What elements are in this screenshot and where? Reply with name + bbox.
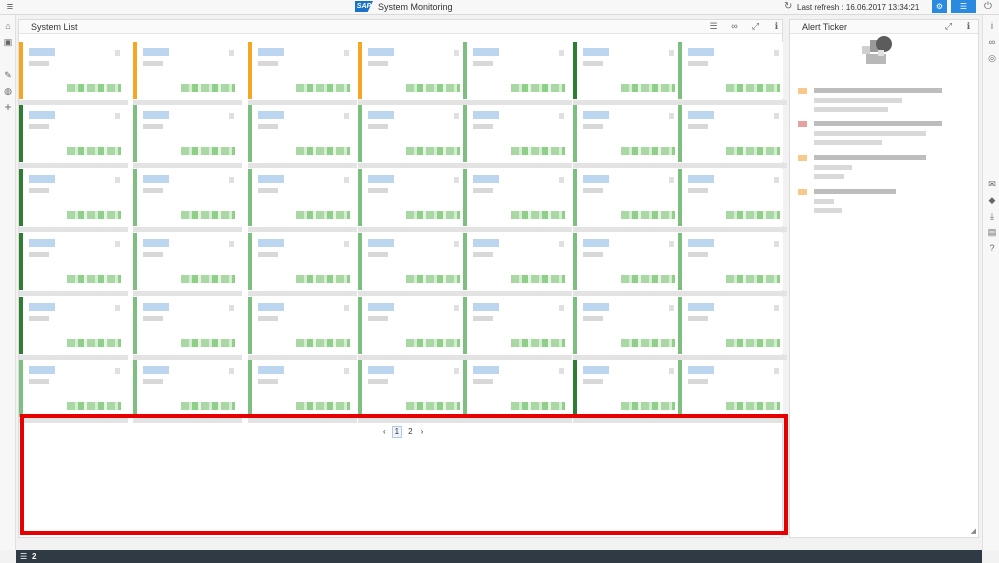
bottom-bar: ☰ 2 bbox=[16, 550, 982, 563]
link-icon[interactable]: ∞ bbox=[986, 36, 998, 48]
system-tile[interactable] bbox=[463, 360, 572, 423]
system-tile[interactable] bbox=[133, 297, 242, 360]
clipboard-icon[interactable]: ▤ bbox=[986, 226, 998, 238]
right-rail: i ∞ ◎ ✉ ◆ ⤓ ▤ ? bbox=[982, 15, 999, 550]
system-tile[interactable] bbox=[358, 169, 467, 232]
fullscreen-icon[interactable]: ⤢ bbox=[943, 21, 954, 32]
home-icon[interactable]: ⌂ bbox=[2, 20, 14, 32]
system-tile[interactable] bbox=[463, 297, 572, 360]
system-tile[interactable] bbox=[463, 42, 572, 105]
alert-ticker-header: Alert Ticker ⤢ ℹ bbox=[790, 20, 978, 34]
system-tile[interactable] bbox=[248, 360, 357, 423]
system-tile[interactable] bbox=[678, 233, 787, 296]
system-tile[interactable] bbox=[248, 42, 357, 105]
system-tile[interactable] bbox=[573, 297, 682, 360]
avatar bbox=[862, 36, 892, 64]
system-tile[interactable] bbox=[358, 297, 467, 360]
resize-grip-icon[interactable]: ◢ bbox=[971, 527, 976, 535]
alert-severity-warning bbox=[798, 155, 807, 161]
system-tile[interactable] bbox=[678, 169, 787, 232]
download-icon[interactable]: ⤓ bbox=[986, 210, 998, 222]
system-tile[interactable] bbox=[248, 169, 357, 232]
power-icon[interactable]: ⏻ bbox=[984, 1, 992, 13]
system-tile[interactable] bbox=[19, 233, 128, 296]
refresh-icon[interactable]: ↻ bbox=[784, 1, 792, 13]
sap-logo: SAP bbox=[355, 1, 373, 12]
question-icon[interactable]: ? bbox=[986, 242, 998, 254]
add-icon[interactable]: + bbox=[2, 101, 14, 113]
list-icon[interactable]: ☰ bbox=[708, 21, 719, 32]
system-tile[interactable] bbox=[19, 105, 128, 168]
search-settings-icon[interactable]: ◎ bbox=[986, 52, 998, 64]
message-list-icon[interactable]: ☰ bbox=[20, 551, 27, 562]
system-tile[interactable] bbox=[133, 169, 242, 232]
help-diamond-icon[interactable]: ◆ bbox=[986, 194, 998, 206]
settings-icon: ⚙ bbox=[935, 2, 944, 11]
system-tile[interactable] bbox=[19, 169, 128, 232]
system-tile[interactable] bbox=[463, 105, 572, 168]
system-tile[interactable] bbox=[573, 233, 682, 296]
tools-icon[interactable]: ✎ bbox=[2, 69, 14, 81]
alert-severity-critical bbox=[798, 121, 807, 127]
system-tile[interactable] bbox=[248, 233, 357, 296]
system-tile[interactable] bbox=[358, 42, 467, 105]
notifications-icon: ☰ bbox=[959, 2, 968, 11]
alert-severity-warning bbox=[798, 88, 807, 94]
shell-bar: ≡ SAP System Monitoring ↻ Last refresh :… bbox=[0, 0, 999, 15]
mail-icon[interactable]: ✉ bbox=[986, 178, 998, 190]
system-tile[interactable] bbox=[573, 360, 682, 423]
system-tile[interactable] bbox=[19, 360, 128, 423]
system-tile[interactable] bbox=[678, 42, 787, 105]
system-tile[interactable] bbox=[358, 233, 467, 296]
system-tile[interactable] bbox=[248, 105, 357, 168]
notifications-button[interactable]: ☰ bbox=[951, 0, 976, 13]
system-tile[interactable] bbox=[19, 297, 128, 360]
binoculars-icon[interactable]: ∞ bbox=[729, 21, 740, 32]
system-tile[interactable] bbox=[573, 42, 682, 105]
system-tile[interactable] bbox=[133, 105, 242, 168]
system-list-header: System List ☰ ∞ ⤢ ℹ bbox=[19, 20, 782, 34]
message-count: 2 bbox=[32, 552, 37, 561]
system-tile[interactable] bbox=[133, 233, 242, 296]
info-icon[interactable]: ℹ bbox=[771, 21, 782, 32]
system-tile[interactable] bbox=[358, 105, 467, 168]
app-title: System Monitoring bbox=[378, 2, 453, 12]
cube-icon[interactable]: ▣ bbox=[2, 36, 14, 48]
system-tile[interactable] bbox=[573, 105, 682, 168]
info-icon[interactable]: ℹ bbox=[963, 21, 974, 32]
alert-severity-warning bbox=[798, 189, 807, 195]
menu-icon[interactable]: ≡ bbox=[4, 1, 16, 13]
last-refresh-text: Last refresh : 16.06.2017 13:34:21 bbox=[797, 3, 920, 12]
system-tile[interactable] bbox=[678, 360, 787, 423]
system-tile[interactable] bbox=[133, 360, 242, 423]
system-tile[interactable] bbox=[248, 297, 357, 360]
alert-ticker-panel: Alert Ticker ⤢ ℹ ◢ bbox=[789, 19, 979, 538]
system-tile[interactable] bbox=[358, 360, 467, 423]
left-rail: ⌂ ▣ ✎ ◍ + bbox=[0, 15, 16, 550]
system-tile[interactable] bbox=[678, 105, 787, 168]
info-icon[interactable]: i bbox=[986, 20, 998, 32]
system-tile[interactable] bbox=[678, 297, 787, 360]
fullscreen-icon[interactable]: ⤢ bbox=[750, 21, 761, 32]
system-tile[interactable] bbox=[133, 42, 242, 105]
globe-icon[interactable]: ◍ bbox=[2, 85, 14, 97]
settings-button[interactable]: ⚙ bbox=[932, 0, 947, 13]
system-tile[interactable] bbox=[463, 169, 572, 232]
alert-ticker-title: Alert Ticker bbox=[802, 22, 848, 32]
highlight-frame bbox=[20, 414, 788, 535]
system-list-title: System List bbox=[31, 22, 78, 32]
system-tile[interactable] bbox=[573, 169, 682, 232]
system-tile[interactable] bbox=[463, 233, 572, 296]
system-tile[interactable] bbox=[19, 42, 128, 105]
